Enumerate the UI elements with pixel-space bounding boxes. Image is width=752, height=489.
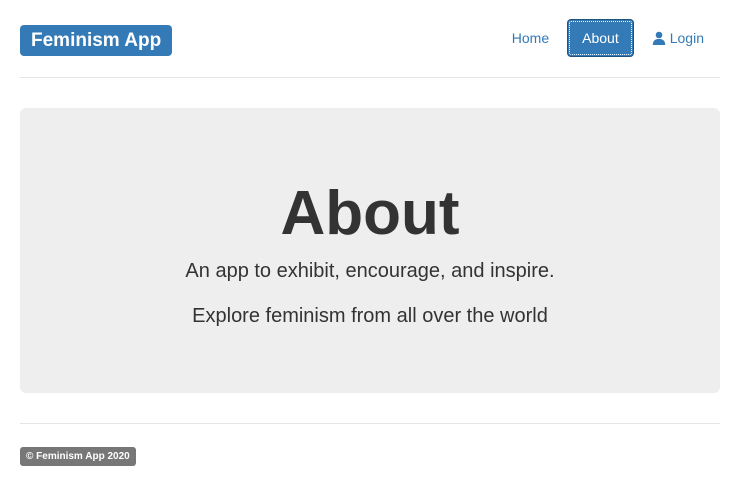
login-label: Login	[669, 30, 704, 46]
jumbotron: About An app to exhibit, encourage, and …	[20, 108, 720, 393]
lead-text-secondary: Explore feminism from all over the world	[192, 305, 548, 327]
navbar: Feminism App Home About Login	[20, 0, 720, 78]
lead-text-primary: An app to exhibit, encourage, and inspir…	[185, 260, 555, 282]
page-title: About	[280, 179, 460, 248]
nav-links: Home About Login	[498, 19, 720, 57]
nav-about-link[interactable]: About	[567, 19, 634, 57]
nav-home-link[interactable]: Home	[498, 19, 563, 57]
user-icon	[652, 31, 665, 45]
footer: © Feminism App 2020	[20, 423, 720, 466]
page: Feminism App Home About Login About An a…	[0, 0, 752, 489]
copyright-badge: © Feminism App 2020	[20, 447, 136, 466]
brand-link[interactable]: Feminism App	[20, 25, 173, 56]
nav-login-link[interactable]: Login	[638, 19, 720, 57]
